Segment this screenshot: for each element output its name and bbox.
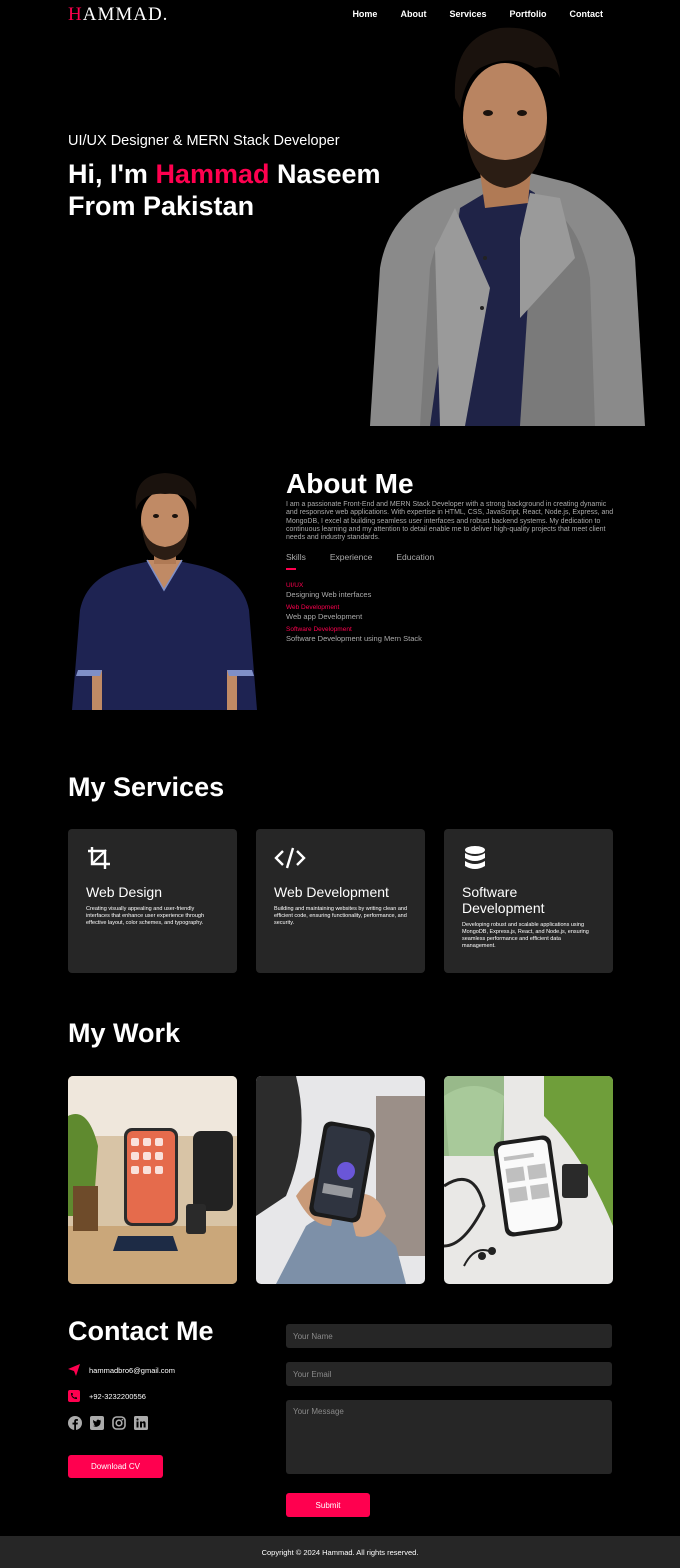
service-title: Web Design <box>86 884 163 900</box>
phone-icon <box>68 1390 80 1402</box>
service-description: Creating visually appealing and user-fri… <box>86 906 205 926</box>
social-links <box>68 1416 148 1430</box>
about-tabs: Skills Experience Education <box>286 552 458 570</box>
portfolio-item-phone-desk[interactable] <box>444 1076 613 1284</box>
submit-button[interactable]: Submit <box>286 1493 370 1517</box>
facebook-icon[interactable] <box>68 1416 82 1430</box>
instagram-icon[interactable] <box>112 1416 126 1430</box>
service-title: Software Development <box>462 884 545 916</box>
skill-category: UI/UX <box>286 582 304 589</box>
services-title: My Services <box>68 772 225 802</box>
hero-portrait-photo <box>360 18 645 426</box>
site-logo[interactable]: HAMMAD. <box>68 4 168 26</box>
about-title: About Me <box>286 468 414 499</box>
list-item: Web Development Web app Development <box>286 604 422 621</box>
paper-plane-icon <box>68 1364 80 1376</box>
copyright-text: Copyright © 2024 Hammad. All rights rese… <box>261 1547 419 1557</box>
service-description: Building and maintaining websites by wri… <box>274 906 407 926</box>
tab-skills[interactable]: Skills <box>286 552 306 570</box>
list-item: UI/UX Designing Web interfaces <box>286 582 422 599</box>
logo-initial: H <box>68 4 83 25</box>
code-icon <box>274 847 306 869</box>
service-card-web-development: Web Development Building and maintaining… <box>256 829 425 973</box>
email-field[interactable] <box>286 1362 612 1386</box>
contact-phone: +92-3232200556 <box>68 1390 146 1402</box>
contact-email-text: hammadbro6@gmail.com <box>89 1365 175 1375</box>
service-card-web-design: Web Design Creating visually appealing a… <box>68 829 237 973</box>
services-grid: Web Design Creating visually appealing a… <box>68 829 613 973</box>
skill-category: Software Development <box>286 626 352 633</box>
service-title: Web Development <box>274 884 389 900</box>
tab-education[interactable]: Education <box>396 552 434 568</box>
contact-title: Contact Me <box>68 1316 214 1346</box>
skill-description: Software Development using Mern Stack <box>286 634 422 643</box>
portfolio-item-phone-stand[interactable] <box>68 1076 237 1284</box>
service-description: Developing robust and scalable applicati… <box>462 922 589 949</box>
skills-list: UI/UX Designing Web interfaces Web Devel… <box>286 582 422 648</box>
linkedin-icon[interactable] <box>134 1416 148 1430</box>
skill-category: Web Development <box>286 604 340 611</box>
skill-description: Web app Development <box>286 612 363 621</box>
logo-text: AMMAD. <box>82 4 169 25</box>
service-card-software-development: Software Development Developing robust a… <box>444 829 613 973</box>
message-field[interactable] <box>286 1400 612 1474</box>
crop-icon <box>88 847 110 869</box>
hero-title-name: Hammad <box>155 159 270 189</box>
database-icon <box>465 846 485 869</box>
portfolio-item-phone-in-hands[interactable] <box>256 1076 425 1284</box>
hero-title-pre: Hi, I'm <box>68 159 156 189</box>
portfolio-grid <box>68 1076 613 1284</box>
footer: Copyright © 2024 Hammad. All rights rese… <box>0 1536 680 1568</box>
download-cv-button[interactable]: Download CV <box>68 1455 163 1478</box>
twitter-icon[interactable] <box>90 1416 104 1430</box>
tab-experience[interactable]: Experience <box>330 552 373 568</box>
about-portrait-photo <box>72 470 257 710</box>
name-field[interactable] <box>286 1324 612 1348</box>
list-item: Software Development Software Developmen… <box>286 626 422 643</box>
work-title: My Work <box>68 1018 181 1048</box>
hero-subtitle: UI/UX Designer & MERN Stack Developer <box>68 133 340 149</box>
about-description: I am a passionate Front-End and MERN Sta… <box>286 501 614 542</box>
contact-email: hammadbro6@gmail.com <box>68 1364 175 1376</box>
contact-phone-text: +92-3232200556 <box>89 1391 146 1401</box>
skill-description: Designing Web interfaces <box>286 590 372 599</box>
